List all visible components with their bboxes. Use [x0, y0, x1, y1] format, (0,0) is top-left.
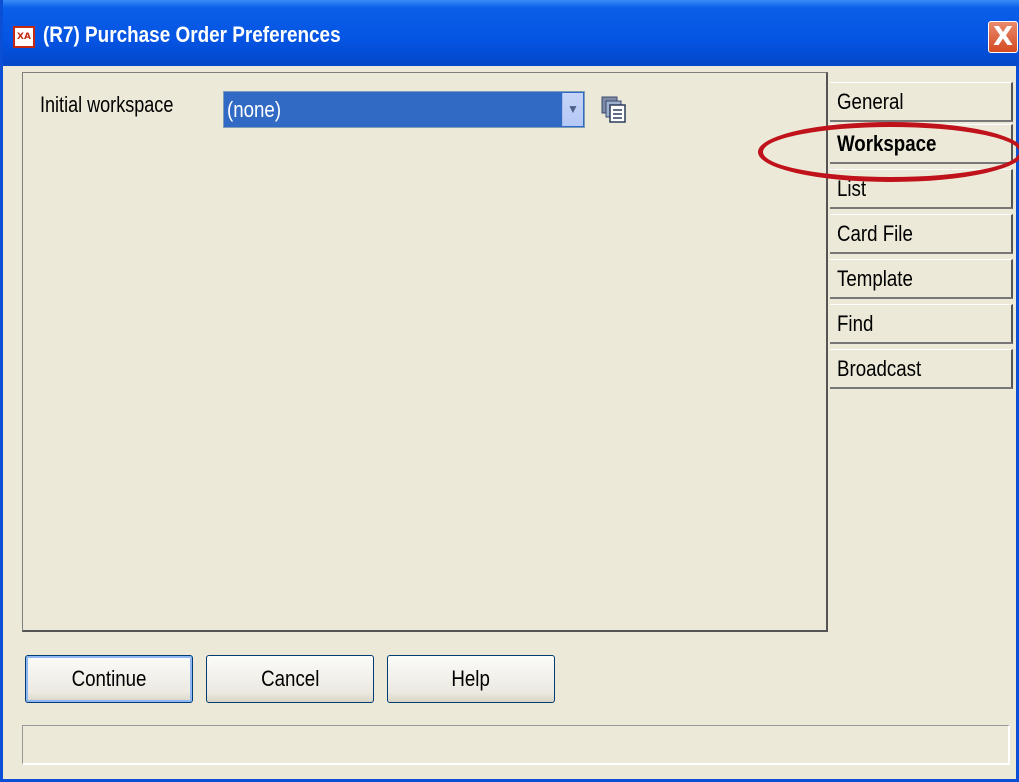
initial-workspace-label: Initial workspace — [40, 92, 174, 117]
tab-label: General — [837, 89, 904, 114]
tab-list[interactable]: List — [830, 169, 1013, 209]
lookup-list-icon[interactable] — [601, 96, 627, 124]
app-icon: XA — [13, 26, 35, 48]
workspace-panel — [22, 72, 828, 632]
close-button[interactable]: X — [988, 21, 1018, 53]
tab-general[interactable]: General — [830, 82, 1013, 122]
title-bar[interactable]: XA (R7) Purchase Order Preferences X — [3, 0, 1019, 66]
continue-button-label: Continue — [71, 666, 147, 691]
help-button[interactable]: Help — [387, 655, 555, 703]
tab-label: List — [837, 176, 867, 201]
tab-workspace[interactable]: Workspace — [830, 124, 1013, 164]
window-title: (R7) Purchase Order Preferences — [43, 22, 341, 47]
initial-workspace-value: (none) — [227, 97, 282, 122]
tab-template[interactable]: Template — [830, 259, 1013, 299]
continue-button[interactable]: Continue — [25, 655, 193, 703]
tab-label: Workspace — [837, 131, 937, 156]
tab-label: Find — [837, 311, 874, 336]
initial-workspace-select[interactable]: (none) ▼ — [223, 91, 585, 128]
cancel-button[interactable]: Cancel — [206, 655, 374, 703]
tab-label: Broadcast — [837, 356, 922, 381]
tab-label: Template — [837, 266, 913, 291]
tab-label: Card File — [837, 221, 913, 246]
status-bar — [22, 725, 1010, 765]
cancel-button-label: Cancel — [260, 666, 320, 691]
dialog-window: XA (R7) Purchase Order Preferences X Ini… — [0, 0, 1019, 782]
tab-find[interactable]: Find — [830, 304, 1013, 344]
tab-card-file[interactable]: Card File — [830, 214, 1013, 254]
chevron-down-icon[interactable]: ▼ — [562, 93, 583, 126]
tab-broadcast[interactable]: Broadcast — [830, 349, 1013, 389]
help-button-label: Help — [451, 666, 491, 691]
